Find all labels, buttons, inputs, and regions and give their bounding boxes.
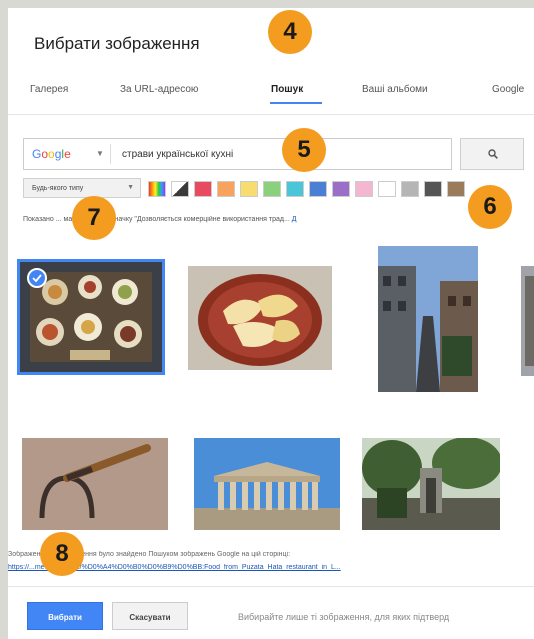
chevron-down-icon: ▼ xyxy=(127,184,134,191)
color-swatch-green[interactable] xyxy=(263,181,281,197)
license-notice-link[interactable]: Д xyxy=(292,216,297,223)
type-filter-label: Будь-якого типу xyxy=(32,185,84,192)
image-picker-dialog: Вибрати зображення Галерея За URL-адресо… xyxy=(8,8,534,639)
color-swatch-pink[interactable] xyxy=(355,181,373,197)
result-image-partial[interactable] xyxy=(521,266,534,376)
image-source-text: Зображення ... зображення було знайдено … xyxy=(8,551,291,558)
color-swatch-teal[interactable] xyxy=(286,181,304,197)
dumplings-plate-image xyxy=(188,266,332,370)
google-logo[interactable]: Google xyxy=(32,147,71,161)
search-icon xyxy=(488,149,498,159)
color-swatch-yellow[interactable] xyxy=(240,181,258,197)
tabs-divider xyxy=(8,114,534,115)
color-swatch-blue[interactable] xyxy=(309,181,327,197)
color-swatch-bw[interactable] xyxy=(171,181,189,197)
tab-gallery[interactable]: Галерея xyxy=(30,84,68,95)
step-marker-5: 5 xyxy=(282,128,326,172)
step-marker-6: 6 xyxy=(468,185,512,229)
footer-note: Вибирайте лише ті зображення, для яких п… xyxy=(238,612,450,622)
dialog-title: Вибрати зображення xyxy=(34,34,200,53)
color-swatch-brown[interactable] xyxy=(447,181,465,197)
color-swatch-orange[interactable] xyxy=(217,181,235,197)
result-image-park[interactable] xyxy=(362,438,500,530)
select-button[interactable]: Вибрати xyxy=(27,602,103,630)
tab-search[interactable]: Пошук xyxy=(271,84,303,95)
footer-divider xyxy=(8,586,534,587)
color-swatch-purple[interactable] xyxy=(332,181,350,197)
color-swatch-red[interactable] xyxy=(194,181,212,197)
tab-by-url[interactable]: За URL-адресою xyxy=(120,84,198,95)
type-filter-select[interactable]: Будь-якого типу ▼ xyxy=(23,178,141,198)
chevron-down-icon[interactable]: ▼ xyxy=(96,149,104,158)
color-swatch-gray[interactable] xyxy=(401,181,419,197)
partial-photo-image xyxy=(521,266,534,376)
cancel-button[interactable]: Скасувати xyxy=(112,602,188,630)
parthenon-photo-image xyxy=(194,438,340,530)
park-photo-image xyxy=(362,438,500,530)
search-input[interactable]: страви української кухні xyxy=(122,149,233,160)
street-photo-image xyxy=(378,246,478,392)
result-image-street[interactable] xyxy=(378,246,478,392)
search-box[interactable]: Google ▼ страви української кухні xyxy=(23,138,452,170)
step-marker-4: 4 xyxy=(268,10,312,54)
tool-photo-image xyxy=(22,438,168,530)
active-tab-indicator xyxy=(270,102,322,104)
result-image-dumplings[interactable] xyxy=(188,266,332,370)
result-image-parthenon[interactable] xyxy=(194,438,340,530)
tab-your-albums[interactable]: Ваші альбоми xyxy=(362,84,428,95)
tab-google[interactable]: Google xyxy=(492,84,524,95)
color-swatch-white[interactable] xyxy=(378,181,396,197)
step-marker-7: 7 xyxy=(72,196,116,240)
color-swatch-multicolor[interactable] xyxy=(148,181,166,197)
tab-bar: Галерея За URL-адресою Пошук Ваші альбом… xyxy=(8,84,534,114)
image-source-link[interactable]: https://...media.org/wiki/%D0%A4%D0%B0%D… xyxy=(8,564,534,571)
result-image-ukrainian-dishes[interactable] xyxy=(17,259,165,375)
color-swatch-black[interactable] xyxy=(424,181,442,197)
search-button[interactable] xyxy=(460,138,524,170)
result-image-tool[interactable] xyxy=(22,438,168,530)
license-notice-text: Показано ... мати мають позначку "Дозвол… xyxy=(23,216,290,223)
selected-check-icon xyxy=(27,268,47,288)
step-marker-8: 8 xyxy=(40,532,84,576)
search-separator xyxy=(110,144,111,164)
